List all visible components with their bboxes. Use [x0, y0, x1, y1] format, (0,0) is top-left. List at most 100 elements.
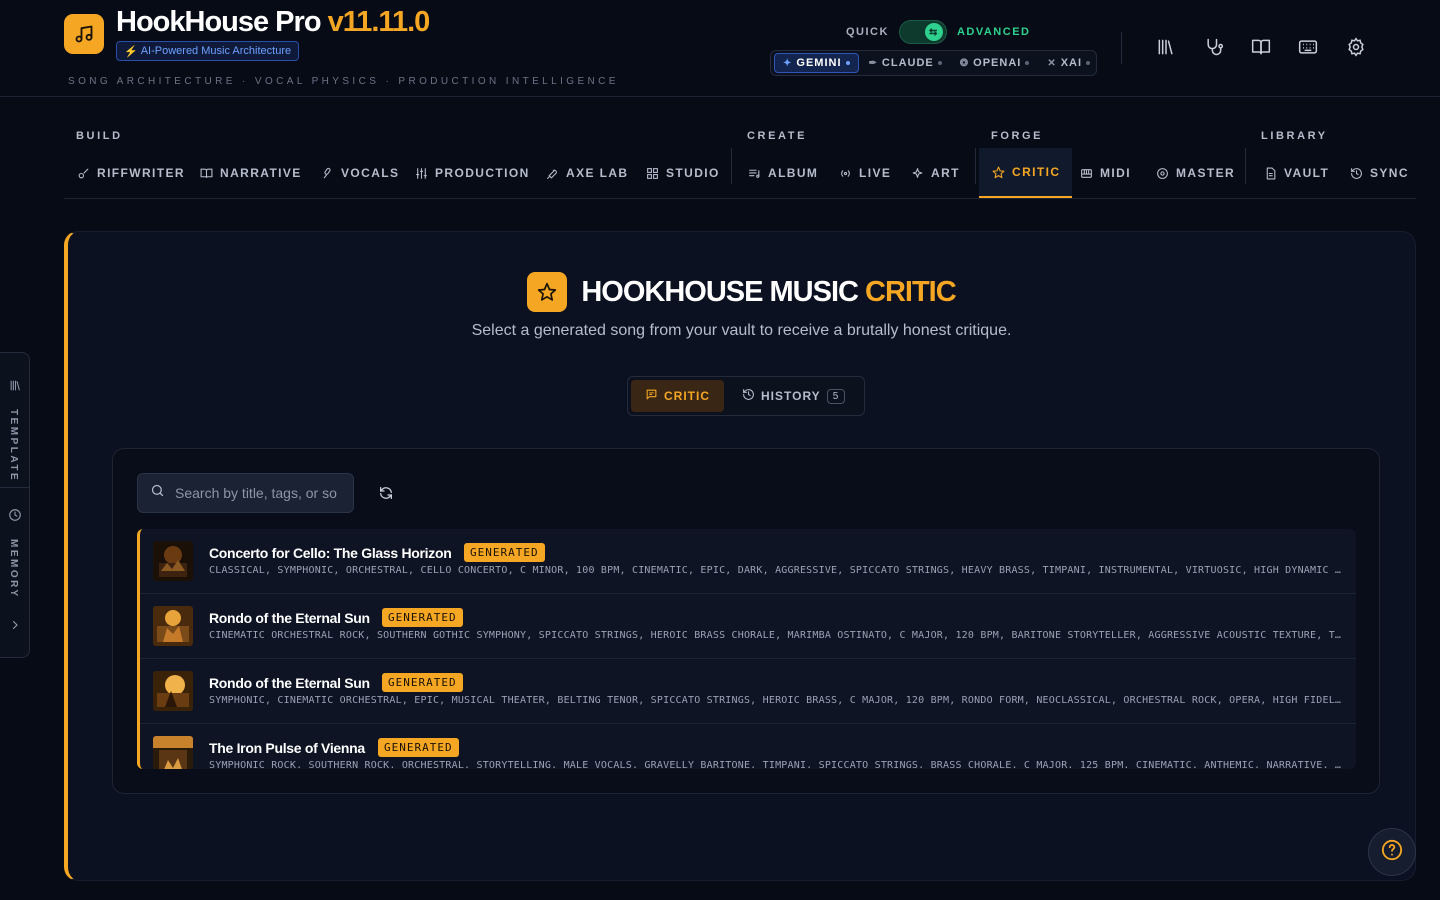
- sparkle-icon: ✦: [783, 57, 793, 69]
- gear-icon[interactable]: [1343, 34, 1369, 60]
- book-open-icon: [199, 166, 213, 180]
- search-placeholder: Search by title, tags, or so: [175, 485, 337, 501]
- app-header: HookHouse Pro v11.11.0 ⚡ AI-Powered Musi…: [0, 0, 1440, 97]
- tab-label: MASTER: [1176, 166, 1236, 180]
- tab-label: AXE LAB: [566, 166, 629, 180]
- tagline: SONG ARCHITECTURE · VOCAL PHYSICS · PROD…: [68, 76, 619, 87]
- clock-icon[interactable]: [7, 507, 23, 523]
- tab-label: HISTORY: [761, 389, 821, 403]
- provider-selector: ✦ GEMINI ✒ CLAUDE ❂ OPENAI ✕ XAI: [770, 50, 1097, 76]
- list-item[interactable]: Rondo of the Eternal Sun GENERATED SYMPH…: [140, 659, 1356, 724]
- mic-icon: [320, 166, 334, 180]
- star-icon: [527, 272, 568, 312]
- list-item[interactable]: The Iron Pulse of Vienna GENERATED SYMPH…: [140, 724, 1356, 769]
- tab-vault[interactable]: VAULT: [1251, 148, 1341, 198]
- search-input[interactable]: Search by title, tags, or so: [137, 473, 354, 513]
- message-icon: [645, 388, 658, 404]
- list-item[interactable]: Rondo of the Eternal Sun GENERATED CINEM…: [140, 594, 1356, 659]
- status-dot: [1025, 61, 1030, 65]
- side-tab-template[interactable]: TEMPLATE: [8, 409, 19, 482]
- library-icon[interactable]: [7, 377, 23, 393]
- mode-advanced-label: ADVANCED: [956, 26, 1031, 38]
- search-icon: [150, 483, 165, 503]
- song-title: Concerto for Cello: The Glass Horizon: [209, 545, 452, 561]
- provider-claude[interactable]: ✒ CLAUDE: [861, 53, 950, 73]
- nav-group-build: BUILD: [76, 130, 123, 142]
- album-art: [153, 671, 193, 711]
- mode-switch: QUICK ⇆ ADVANCED: [846, 20, 1030, 44]
- bolt-icon: ⚡: [124, 45, 138, 58]
- tab-label: VAULT: [1284, 166, 1330, 180]
- song-tags: SYMPHONIC, CINEMATIC ORCHESTRAL, EPIC, M…: [209, 695, 1341, 706]
- tab-label: CRITIC: [1012, 165, 1061, 179]
- song-title: Rondo of the Eternal Sun: [209, 610, 370, 626]
- tab-label: LIVE: [859, 166, 892, 180]
- keyboard-icon[interactable]: [1295, 34, 1321, 60]
- status-dot: [845, 61, 850, 65]
- tab-label: CRITIC: [664, 389, 710, 403]
- book-icon[interactable]: [1248, 34, 1274, 60]
- album-art: [153, 606, 193, 646]
- status-dot: [937, 61, 942, 65]
- history-icon: [1349, 166, 1363, 180]
- music-note-icon[interactable]: [64, 14, 104, 54]
- tab-studio[interactable]: STUDIO: [633, 148, 732, 198]
- tab-sync[interactable]: SYNC: [1337, 148, 1421, 198]
- piano-icon: [1079, 166, 1093, 180]
- chevron-right-icon[interactable]: [7, 617, 23, 633]
- stethoscope-icon[interactable]: [1201, 34, 1227, 60]
- tab-album[interactable]: ALBUM: [735, 148, 830, 198]
- tab-midi[interactable]: MIDI: [1067, 148, 1143, 198]
- tab-critic-view[interactable]: CRITIC: [631, 380, 724, 412]
- tab-history-view[interactable]: HISTORY 5: [728, 380, 859, 412]
- mode-toggle[interactable]: ⇆: [898, 20, 947, 44]
- critic-tabs: CRITIC HISTORY 5: [627, 376, 865, 416]
- nav-group-create: CREATE: [747, 130, 808, 142]
- help-button[interactable]: [1368, 828, 1416, 876]
- provider-xai[interactable]: ✕ XAI: [1039, 53, 1098, 73]
- tab-label: NARRATIVE: [220, 166, 302, 180]
- tab-narrative[interactable]: NARRATIVE: [187, 148, 314, 198]
- app-title: HookHouse Pro v11.11.0: [116, 6, 431, 39]
- tab-critic[interactable]: CRITIC: [979, 148, 1073, 198]
- tab-label: ART: [931, 166, 960, 180]
- app-version: v11.11.0: [327, 6, 431, 38]
- album-art: [153, 541, 193, 581]
- question-icon: [1381, 839, 1403, 866]
- radio-icon: [838, 166, 852, 180]
- library-icon[interactable]: [1153, 34, 1179, 60]
- provider-gemini[interactable]: ✦ GEMINI: [774, 53, 859, 73]
- guitar-icon: [76, 166, 90, 180]
- page-title: HOOKHOUSE MUSIC CRITIC: [581, 276, 956, 309]
- x-icon: ✕: [1047, 57, 1057, 69]
- ai-badge: ⚡ AI-Powered Music Architecture: [116, 41, 300, 61]
- sliders-icon: [414, 166, 428, 180]
- nav-separator: [975, 148, 976, 184]
- tab-master[interactable]: MASTER: [1143, 148, 1247, 198]
- main-nav: BUILD CREATE FORGE LIBRARY RIFFWRITER NA…: [64, 120, 1416, 199]
- tab-label: RIFFWRITER: [97, 166, 185, 180]
- provider-label: CLAUDE: [881, 57, 934, 69]
- openai-icon: ❂: [959, 57, 970, 69]
- side-divider: [0, 487, 30, 488]
- nav-separator: [731, 148, 732, 184]
- song-title: Rondo of the Eternal Sun: [209, 675, 370, 691]
- tab-vocals[interactable]: VOCALS: [308, 148, 411, 198]
- song-picker: Search by title, tags, or so Concerto fo…: [112, 448, 1380, 794]
- tab-production[interactable]: PRODUCTION: [402, 148, 542, 198]
- provider-label: OPENAI: [973, 57, 1022, 69]
- app-name: HookHouse Pro: [116, 6, 322, 38]
- side-tab-memory[interactable]: MEMORY: [8, 539, 19, 599]
- provider-openai[interactable]: ❂ OPENAI: [952, 53, 1038, 73]
- mode-quick-label: QUICK: [846, 26, 889, 38]
- song-tags: SYMPHONIC ROCK. SOUTHERN ROCK. ORCHESTRA…: [209, 760, 1341, 769]
- list-item[interactable]: Concerto for Cello: The Glass Horizon GE…: [140, 529, 1356, 594]
- tab-live[interactable]: LIVE: [826, 148, 903, 198]
- tab-label: STUDIO: [666, 166, 720, 180]
- tab-axe-lab[interactable]: AXE LAB: [533, 148, 640, 198]
- tab-riffwriter[interactable]: RIFFWRITER: [64, 148, 197, 198]
- list-music-icon: [747, 166, 761, 180]
- side-drawer: TEMPLATE MEMORY: [0, 352, 30, 658]
- refresh-icon[interactable]: [377, 484, 395, 502]
- tab-art[interactable]: ART: [898, 148, 972, 198]
